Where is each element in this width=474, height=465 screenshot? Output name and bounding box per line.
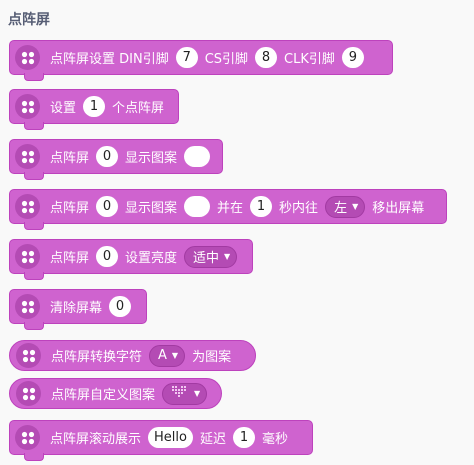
four-dots-icon [15, 94, 40, 119]
block-set-count[interactable]: 设置 1 个点阵屏 [9, 89, 179, 130]
block-label: 点阵屏自定义图案 [51, 388, 156, 403]
matrix-index-input[interactable]: 0 [109, 296, 132, 317]
matrix-index-input[interactable]: 0 [96, 196, 119, 217]
block-label: 点阵屏 [50, 151, 90, 166]
four-dots-icon [15, 144, 40, 169]
count-input[interactable]: 1 [83, 96, 106, 117]
four-dots-icon [15, 45, 40, 70]
caret-down-icon: ▼ [352, 202, 359, 211]
block-clear-screen[interactable]: 清除屏幕 0 [9, 289, 147, 330]
block-label: 并在 [217, 201, 244, 216]
block-label: 点阵屏 [50, 251, 90, 266]
block-custom-pattern[interactable]: 点阵屏自定义图案 ▼ [9, 378, 222, 409]
category-title: 点阵屏 [8, 12, 50, 28]
block-label: 设置 [50, 101, 77, 116]
heart-pattern-icon [171, 385, 189, 403]
block-label: 秒内往 [279, 201, 319, 216]
four-dots-icon [15, 294, 40, 319]
four-dots-icon [16, 343, 41, 368]
block-label: 为图案 [192, 350, 232, 365]
block-label: 点阵屏 [50, 201, 90, 216]
block-label: 点阵屏滚动展示 [50, 432, 142, 447]
din-pin-input[interactable]: 7 [175, 47, 198, 68]
caret-down-icon: ▼ [171, 351, 179, 360]
matrix-index-input[interactable]: 0 [96, 246, 119, 267]
direction-dropdown[interactable]: 左 ▼ [325, 195, 366, 218]
block-matrix-pins[interactable]: 点阵屏设置 DIN引脚 7 CS引脚 8 CLK引脚 9 [9, 40, 393, 81]
text-input[interactable]: Hello [148, 427, 193, 448]
character-dropdown[interactable]: A ▼ [149, 344, 186, 367]
caret-down-icon: ▼ [224, 252, 231, 261]
block-label: 移出屏幕 [372, 201, 425, 216]
block-show-pattern-scroll[interactable]: 点阵屏 0 显示图案 并在 1 秒内往 左 ▼ 移出屏幕 [9, 189, 447, 230]
block-show-pattern[interactable]: 点阵屏 0 显示图案 [9, 139, 223, 180]
pattern-dropdown[interactable]: ▼ [162, 382, 208, 405]
matrix-index-input[interactable]: 0 [96, 146, 119, 167]
delay-input[interactable]: 1 [232, 427, 255, 448]
block-label: 延迟 [199, 432, 226, 447]
block-label: 显示图案 [125, 151, 178, 166]
cs-pin-input[interactable]: 8 [255, 47, 278, 68]
block-scroll-text[interactable]: 点阵屏滚动展示 Hello 延迟 1 毫秒 [9, 420, 313, 461]
pattern-input[interactable] [184, 146, 211, 167]
block-label: 设置亮度 [125, 251, 178, 266]
block-set-brightness[interactable]: 点阵屏 0 设置亮度 适中 ▼ [9, 239, 253, 280]
clk-pin-input[interactable]: 9 [341, 47, 364, 68]
block-label: CS引脚 [204, 52, 249, 67]
block-label: 清除屏幕 [50, 301, 103, 316]
brightness-value: 适中 [193, 251, 220, 266]
block-label: CLK引脚 [284, 52, 335, 67]
four-dots-icon [16, 381, 41, 406]
seconds-input[interactable]: 1 [250, 196, 273, 217]
pattern-input[interactable] [184, 196, 211, 217]
brightness-dropdown[interactable]: 适中 ▼ [184, 245, 238, 268]
caret-down-icon: ▼ [194, 389, 201, 398]
four-dots-icon [15, 194, 40, 219]
four-dots-icon [15, 425, 40, 450]
four-dots-icon [15, 244, 40, 269]
block-label: 个点阵屏 [112, 101, 165, 116]
direction-value: 左 [334, 201, 348, 216]
block-label: 毫秒 [261, 432, 288, 447]
block-char-to-pattern[interactable]: 点阵屏转换字符 A ▼ 为图案 [9, 340, 256, 371]
block-label: 点阵屏设置 DIN引脚 [50, 52, 169, 67]
block-label: 点阵屏转换字符 [51, 350, 143, 365]
block-label: 显示图案 [125, 201, 178, 216]
character-value: A [158, 348, 167, 363]
